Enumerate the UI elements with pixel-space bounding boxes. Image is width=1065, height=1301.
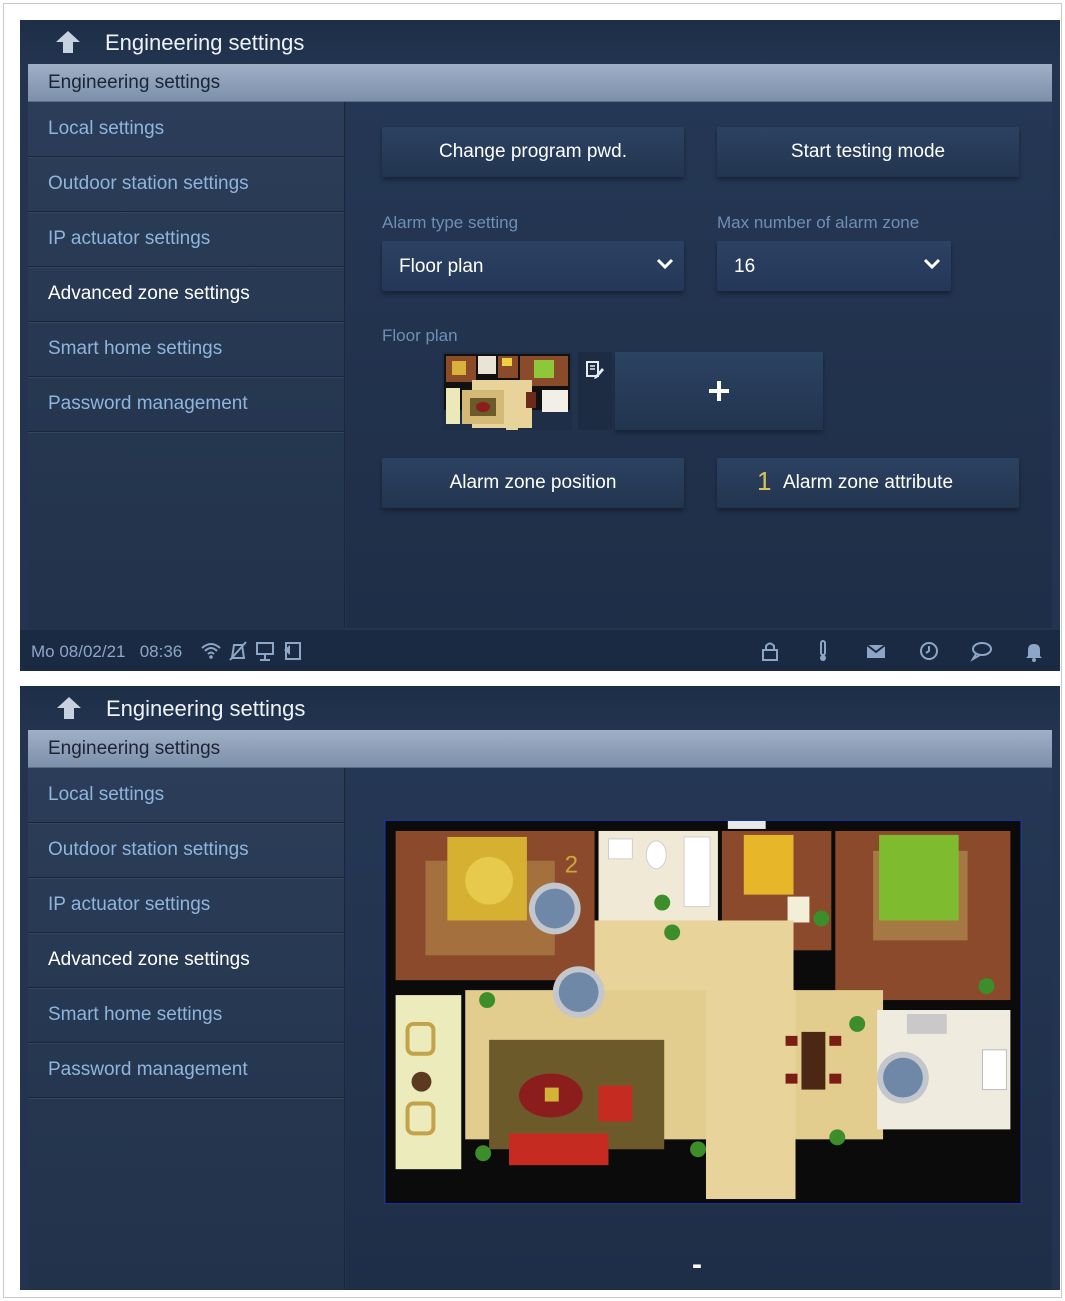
sidebar-item-smart-home-settings[interactable]: Smart home settings [28, 988, 344, 1043]
sidebar: Local settings Outdoor station settings … [28, 768, 345, 1290]
sidebar-item-local-settings[interactable]: Local settings [28, 102, 344, 157]
zoom-out-button[interactable]: - [692, 1248, 702, 1282]
sidebar-item-outdoor-station-settings[interactable]: Outdoor station settings [28, 823, 344, 878]
title-bar: Engineering settings [20, 686, 1060, 730]
alarm-zone-attribute-button[interactable]: 1 Alarm zone attribute [717, 458, 1019, 508]
chevron-down-icon [656, 258, 674, 270]
page-title: Engineering settings [105, 30, 305, 55]
sidebar-item-ip-actuator-settings[interactable]: IP actuator settings [28, 212, 344, 267]
floor-plan-screen: Engineering settings Engineering setting… [20, 686, 1060, 1290]
back-arrow-icon[interactable] [55, 695, 83, 721]
thermometer-icon[interactable] [812, 640, 834, 662]
sidebar-item-label: Local settings [48, 118, 165, 139]
alarm-type-label: Alarm type setting [382, 213, 519, 232]
sidebar-item-label: IP actuator settings [48, 228, 211, 249]
zone-marker-number: 2 [565, 852, 578, 879]
sidebar-item-advanced-zone-settings[interactable]: Advanced zone settings [28, 267, 344, 322]
page-title: Engineering settings [106, 696, 306, 721]
bell-icon[interactable] [1023, 640, 1045, 662]
date-time: Mo 08/02/21 08:36 [31, 642, 182, 662]
settings-screen: Engineering settings Engineering setting… [20, 20, 1060, 671]
breadcrumb-label: Engineering settings [48, 738, 221, 759]
sidebar-item-advanced-zone-settings[interactable]: Advanced zone settings [28, 933, 344, 988]
sidebar-item-label: Advanced zone settings [48, 949, 250, 970]
history-icon[interactable] [918, 640, 940, 662]
start-testing-mode-button[interactable]: Start testing mode [717, 127, 1019, 177]
sidebar-item-smart-home-settings[interactable]: Smart home settings [28, 322, 344, 377]
plus-icon [709, 381, 729, 401]
status-time: 08:36 [139, 642, 183, 661]
status-date: Mo 08/02/21 [31, 642, 126, 661]
edit-icon [586, 361, 604, 379]
sidebar-item-outdoor-station-settings[interactable]: Outdoor station settings [28, 157, 344, 212]
wifi-icon [201, 643, 221, 659]
floor-plan-label: Floor plan [382, 326, 458, 345]
sidebar-item-label: Smart home settings [48, 1004, 223, 1025]
exit-icon [284, 642, 301, 660]
sidebar: Local settings Outdoor station settings … [28, 102, 345, 628]
screen-icon [256, 642, 274, 661]
chevron-down-icon [923, 258, 941, 270]
sidebar-item-password-management[interactable]: Password management [28, 1043, 344, 1098]
sidebar-item-label: Outdoor station settings [48, 839, 249, 860]
alarm-type-select[interactable]: Floor plan [382, 241, 684, 291]
zone-attribute-count: 1 [757, 466, 772, 496]
sidebar-item-label: Password management [48, 393, 248, 414]
back-arrow-icon[interactable] [54, 29, 82, 55]
breadcrumb: Engineering settings [28, 730, 1052, 768]
mail-icon[interactable] [865, 640, 887, 662]
breadcrumb-label: Engineering settings [48, 72, 221, 93]
sidebar-item-label: Advanced zone settings [48, 283, 250, 304]
lock-icon[interactable] [759, 640, 781, 662]
sidebar-item-label: Local settings [48, 784, 165, 805]
main-content: 2 - [346, 768, 1052, 1290]
add-floor-plan-button[interactable] [615, 352, 823, 430]
status-bar: Mo 08/02/21 08:36 [20, 630, 1060, 671]
alarm-zone-position-button[interactable]: Alarm zone position [382, 458, 684, 508]
sidebar-item-password-management[interactable]: Password management [28, 377, 344, 432]
max-zone-select[interactable]: 16 [717, 241, 951, 291]
max-zone-value: 16 [734, 256, 756, 277]
sidebar-item-label: Outdoor station settings [48, 173, 249, 194]
sidebar-item-label: Smart home settings [48, 338, 223, 359]
floor-plan-thumbnail[interactable] [442, 352, 572, 430]
floor-plan-map[interactable]: 2 [384, 820, 1022, 1204]
sidebar-item-local-settings[interactable]: Local settings [28, 768, 344, 823]
main-content: Change program pwd. Start testing mode A… [346, 102, 1052, 628]
message-icon[interactable] [970, 640, 992, 662]
breadcrumb: Engineering settings [28, 64, 1052, 102]
max-zone-label: Max number of alarm zone [717, 213, 920, 232]
sidebar-item-label: IP actuator settings [48, 894, 211, 915]
change-program-pwd-button[interactable]: Change program pwd. [382, 127, 684, 177]
alarm-type-value: Floor plan [399, 256, 484, 277]
sidebar-item-label: Password management [48, 1059, 248, 1080]
sidebar-item-ip-actuator-settings[interactable]: IP actuator settings [28, 878, 344, 933]
edit-floor-plan-button[interactable] [578, 352, 612, 430]
title-bar: Engineering settings [20, 20, 1060, 64]
mute-icon [229, 641, 247, 661]
zone-attribute-label: Alarm zone attribute [783, 472, 954, 493]
